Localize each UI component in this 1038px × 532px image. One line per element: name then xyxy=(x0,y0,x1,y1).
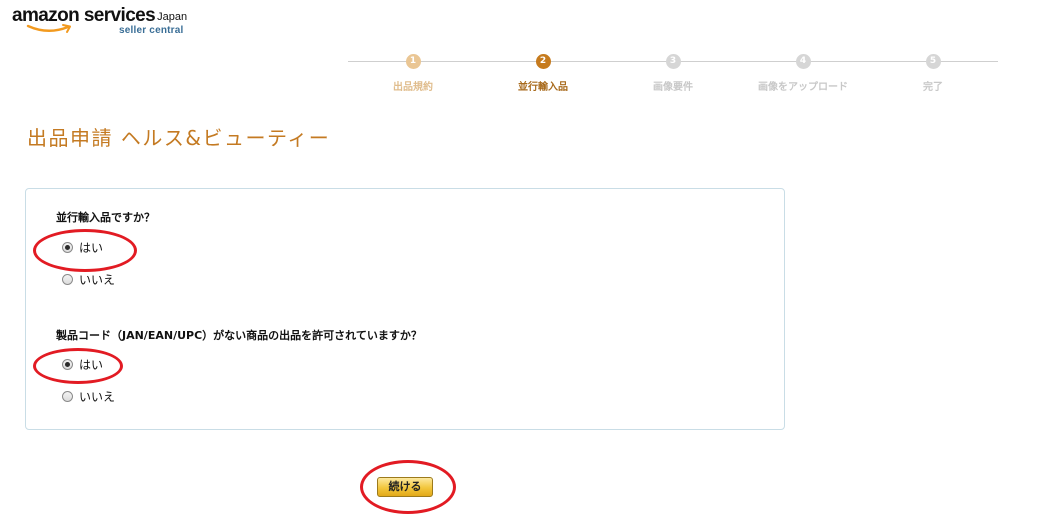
q1-yes-label: はい xyxy=(79,240,104,255)
q1-yes-radio[interactable] xyxy=(62,241,73,253)
q1-no-radio[interactable] xyxy=(62,273,73,285)
step-3-number: 3 xyxy=(665,54,681,69)
step-progress: 1 出品規約 2 並行輸入品 3 画像要件 4 画像をアップロード 5 完了 xyxy=(348,52,998,97)
question-product-code: 製品コード（JAN/EAN/UPC）がない商品の出品を許可されていますか？ xyxy=(56,329,422,342)
seller-central-page: amazon services Japan seller central 1 出品… xyxy=(0,0,1038,532)
step-1-number: 1 xyxy=(405,54,421,69)
step-3-label: 画像要件 xyxy=(653,82,693,93)
step-4-number: 4 xyxy=(795,54,811,69)
step-1: 1 出品規約 xyxy=(348,54,478,93)
step-2-label: 並行輸入品 xyxy=(518,82,568,93)
step-5-label: 完了 xyxy=(923,82,943,93)
step-4: 4 画像をアップロード xyxy=(738,54,868,93)
q1-no-option[interactable]: いいえ xyxy=(62,271,115,287)
step-3: 3 画像要件 xyxy=(608,54,738,93)
amazon-services-logo[interactable]: amazon services Japan seller central xyxy=(12,5,202,39)
q2-yes-radio[interactable] xyxy=(62,358,73,370)
amazon-smile-icon xyxy=(26,24,71,33)
q2-no-radio[interactable] xyxy=(62,390,73,402)
step-5-number: 5 xyxy=(925,54,941,69)
q2-no-label: いいえ xyxy=(79,389,116,404)
question-parallel-import: 並行輸入品ですか？ xyxy=(56,211,155,224)
step-4-label: 画像をアップロード xyxy=(758,82,848,93)
application-form-panel: 並行輸入品ですか？ はい いいえ 製品コード（JAN/EAN/UPC）がない商品… xyxy=(25,188,785,430)
page-title: 出品申請 ヘルス&ビューティー xyxy=(27,126,331,150)
logo-country: Japan xyxy=(157,11,188,23)
step-1-label: 出品規約 xyxy=(393,82,433,93)
q2-yes-label: はい xyxy=(79,357,104,372)
q1-no-label: いいえ xyxy=(79,272,116,287)
continue-button[interactable]: 続ける xyxy=(377,477,433,497)
logo-seller-central: seller central xyxy=(119,25,184,36)
step-2: 2 並行輸入品 xyxy=(478,54,608,93)
step-2-number: 2 xyxy=(535,54,551,69)
q2-no-option[interactable]: いいえ xyxy=(62,388,115,404)
q1-yes-option[interactable]: はい xyxy=(62,239,103,255)
step-5: 5 完了 xyxy=(868,54,998,93)
q2-yes-option[interactable]: はい xyxy=(62,356,103,372)
